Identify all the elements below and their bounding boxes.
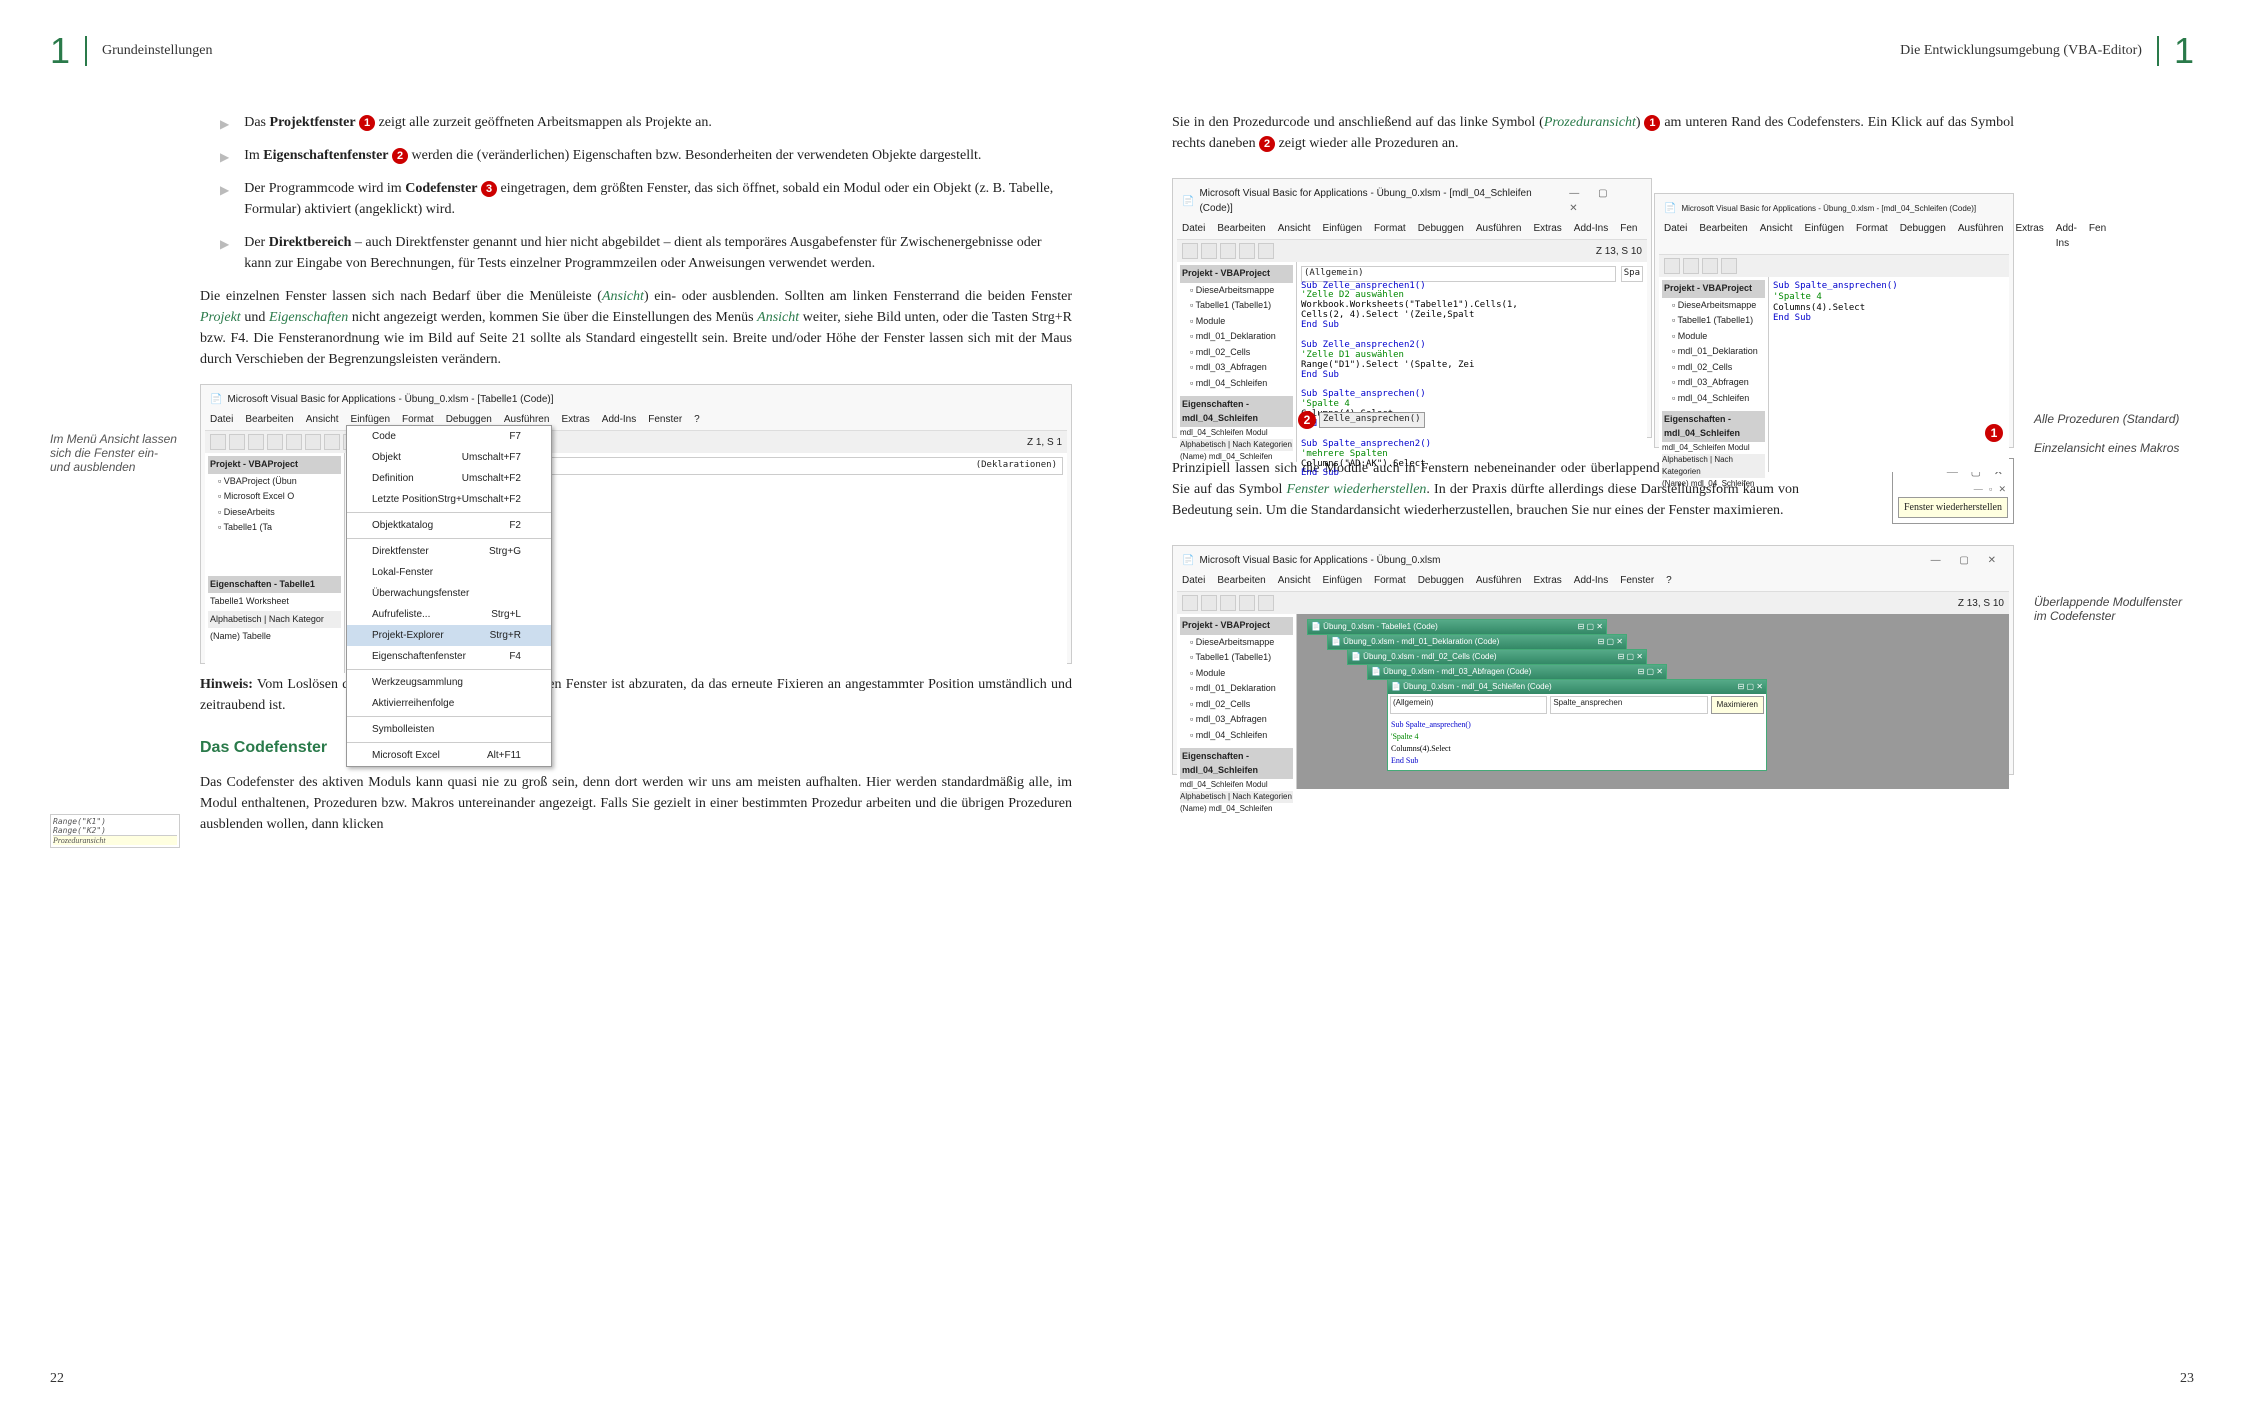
toolbar-btn[interactable] (210, 434, 226, 450)
ansicht-dropdown[interactable]: CodeF7ObjektUmschalt+F7DefinitionUmschal… (346, 425, 552, 767)
page-footer: 22 (50, 1371, 64, 1387)
small-screenshot: Range("K1") Range("K2") Prozeduransicht (50, 814, 180, 848)
section-heading: Das Codefenster (200, 736, 1072, 760)
window-title: 📄 Microsoft Visual Basic for Application… (205, 389, 1067, 410)
chapter-num: 1 (50, 30, 70, 72)
chapter-num: 1 (2174, 30, 2194, 72)
bullet-icon: ▶ (220, 115, 229, 133)
vba-screenshot-2a: 📄 Microsoft Visual Basic for Application… (1172, 178, 1652, 438)
mdi-area: 📄 Übung_0.xlsm - Tabelle1 (Code)⊟ ▢ ✕📄 Ü… (1297, 614, 2009, 789)
caption-2: Einzelansicht eines Makros (2034, 441, 2194, 455)
header-text: Die Entwicklungsumgebung (VBA-Editor) (1900, 43, 2142, 59)
header-rule (2157, 36, 2159, 66)
bullet-list: ▶Das Projektfenster 1 zeigt alle zurzeit… (200, 112, 1072, 274)
para-1: Die einzelnen Fenster lassen sich nach B… (200, 286, 1072, 370)
header-text: Grundeinstellungen (102, 43, 212, 59)
vba-screenshot-2-wrap: 📄 Microsoft Visual Basic for Application… (1172, 168, 2014, 448)
page-footer: 23 (2180, 1371, 2194, 1387)
vba-screenshot-3: 📄 Microsoft Visual Basic for Application… (1172, 545, 2014, 775)
hinweis-para: Hinweis: Vom Loslösen der am linken Fens… (200, 674, 1072, 716)
main-column: Sie in den Prozedurcode und anschließend… (1172, 112, 2014, 785)
bullet-icon: ▶ (220, 181, 229, 220)
caption-3: Überlappende Modulfenster im Codefenster (2034, 595, 2194, 623)
menubar[interactable]: DateiBearbeitenAnsichtEinfügenFormatDebu… (1177, 219, 1647, 240)
right-page: Die Entwicklungsumgebung (VBA-Editor) 1 … (1122, 0, 2244, 1417)
project-panel[interactable]: Projekt - VBAProject ▫ VBAProject (Übun▫… (205, 453, 345, 673)
para-r1: Sie in den Prozedurcode und anschließend… (1172, 112, 2014, 154)
bullet-icon: ▶ (220, 235, 229, 274)
bullet-icon: ▶ (220, 148, 229, 166)
margin-column: Im Menü Ansicht lassen sich die Fenster … (50, 112, 180, 849)
right-margin-col: Alle Prozeduren (Standard) Einzelansicht… (2034, 112, 2194, 785)
header-left: 1 Grundeinstellungen (50, 30, 1072, 72)
margin-note: Im Menü Ansicht lassen sich die Fenster … (50, 432, 180, 474)
para-2: Das Codefenster des aktiven Moduls kann … (200, 772, 1072, 835)
main-column: ▶Das Projektfenster 1 zeigt alle zurzeit… (200, 112, 1072, 849)
header-right: Die Entwicklungsumgebung (VBA-Editor) 1 (1172, 30, 2194, 72)
vba-screenshot-2b: 📄 Microsoft Visual Basic for Application… (1654, 193, 2014, 448)
content-right: Sie in den Prozedurcode und anschließend… (1172, 112, 2194, 785)
menubar[interactable]: DateiBearbeitenAnsichtEinfügenFormatDebu… (205, 410, 1067, 431)
content-left: Im Menü Ansicht lassen sich die Fenster … (50, 112, 1072, 849)
vba-screenshot-1: 📄 Microsoft Visual Basic for Application… (200, 384, 1072, 664)
toolbar[interactable]: Z 1, S 1 (205, 431, 1067, 453)
left-page: 1 Grundeinstellungen Im Menü Ansicht las… (0, 0, 1122, 1417)
caption-1: Alle Prozeduren (Standard) (2034, 412, 2194, 426)
header-rule (85, 36, 87, 66)
